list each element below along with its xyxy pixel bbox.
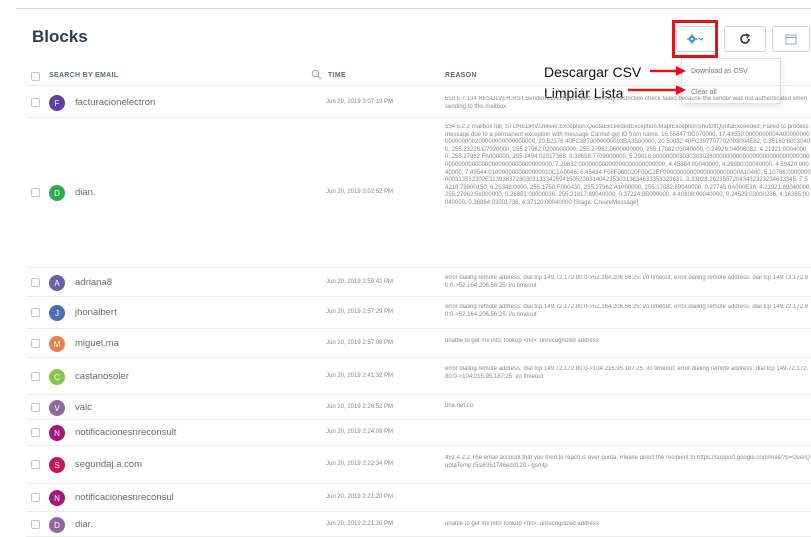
reason-header: REASON	[445, 72, 477, 79]
avatar: F	[49, 95, 65, 111]
time-header[interactable]: TIME	[328, 72, 346, 79]
row-time: Jun 20, 2019 2:21:20 PM	[326, 521, 394, 527]
row-checkbox[interactable]	[31, 308, 40, 317]
table-row[interactable]: Ddiar. Jun 20, 2019 2:21:20 PM unable to g…	[26, 512, 811, 537]
row-time: Jun 20, 2019 3:02:52 PM	[326, 189, 394, 195]
row-time: Jun 20, 2019 2:26:52 PM	[326, 404, 394, 410]
row-reason: error dialing remote address: dial tcp 1…	[445, 304, 809, 318]
row-time: Jun 20, 2019 2:59:42 PM	[326, 279, 394, 285]
row-reason: 550 5.7.134 RESOLVER.RST.SenderNotAuthen…	[445, 96, 808, 110]
avatar: C	[49, 369, 65, 385]
avatar: A	[49, 275, 65, 291]
row-reason: 452 4.2.2 The email account that you tri…	[445, 455, 810, 469]
row-checkbox[interactable]	[31, 520, 40, 529]
row-time: Jun 20, 2019 2:41:32 PM	[326, 373, 394, 379]
row-email[interactable]: diar.	[75, 519, 93, 530]
row-reason: error dialing remote address: dial tcp 1…	[445, 366, 809, 380]
row-email[interactable]: dian.	[75, 187, 96, 198]
row-email[interactable]: jhonalbert	[75, 307, 117, 318]
row-checkbox[interactable]	[31, 403, 40, 412]
avatar: S	[49, 457, 65, 473]
row-reason: unable to get mx info: lookup <nil>: unr…	[445, 338, 599, 344]
row-checkbox[interactable]	[31, 98, 40, 107]
avatar: N	[49, 425, 65, 441]
row-checkbox[interactable]	[31, 339, 40, 348]
row-time: Jun 20, 2019 3:07:19 PM	[326, 99, 394, 105]
calendar-button[interactable]	[772, 26, 810, 52]
avatar: N	[49, 490, 65, 506]
row-email[interactable]: segundaj.a.com	[75, 459, 142, 470]
refresh-button[interactable]	[724, 26, 766, 52]
table-row[interactable]: Ffacturacionelectron Jun 20, 2019 3:07:19…	[26, 88, 811, 118]
annotation-highlight-box	[672, 20, 718, 58]
refresh-icon	[740, 33, 751, 44]
row-email[interactable]: castanosoler	[75, 371, 129, 382]
row-email[interactable]: facturacionelectron	[75, 97, 155, 108]
table-row[interactable]: Jjhonalbert Jun 20, 2019 2:57:29 PM error …	[26, 297, 811, 329]
avatar: M	[49, 336, 65, 352]
row-reason: unable to get mx info: lookup <nil>: unr…	[445, 521, 599, 527]
row-time: Jun 20, 2019 2:24:09 PM	[326, 429, 394, 435]
row-reason: error dialing remote address: dial tcp 1…	[445, 275, 809, 289]
row-email[interactable]: notificacionesnreconsult	[75, 427, 176, 438]
avatar: V	[49, 400, 65, 416]
table-row[interactable]: Ddian. Jun 20, 2019 3:02:52 PM 554 5.2.2 m…	[26, 118, 811, 268]
row-checkbox[interactable]	[31, 188, 40, 197]
avatar: D	[49, 517, 65, 533]
calendar-icon	[785, 34, 797, 45]
row-reason: une.net.co	[445, 403, 474, 409]
row-email[interactable]: adriana8	[75, 277, 112, 288]
row-checkbox[interactable]	[31, 493, 40, 502]
table-row[interactable]: Mmiguel.ma Jun 20, 2019 2:57:06 PM unable …	[26, 329, 811, 358]
row-email[interactable]: notificacionesnreconsul	[75, 492, 174, 503]
row-checkbox[interactable]	[31, 428, 40, 437]
row-time: Jun 20, 2019 2:22:34 PM	[326, 461, 394, 467]
search-icon[interactable]	[311, 69, 322, 80]
row-time: Jun 20, 2019 2:57:06 PM	[326, 340, 394, 346]
search-by-email-header[interactable]: SEARCH BY EMAIL	[49, 72, 118, 79]
table-row[interactable]: Ccastanosoler Jun 20, 2019 2:41:32 PM erro…	[26, 358, 811, 395]
select-all-checkbox[interactable]	[31, 72, 40, 81]
table-header: SEARCH BY EMAIL TIME REASON	[26, 66, 811, 86]
row-reason: 554 5.2.2 mailbox full; STOREDRV.Deliver…	[445, 124, 811, 206]
row-time: Jun 20, 2019 2:57:29 PM	[326, 309, 394, 315]
table-row[interactable]: Aadriana8 Jun 20, 2019 2:59:42 PM error di…	[26, 268, 811, 297]
table-row[interactable]: Nnotificacionesnreconsul Jun 20, 2019 2:2…	[26, 484, 811, 512]
avatar: D	[49, 185, 65, 201]
row-email[interactable]: valc	[75, 402, 92, 413]
row-time: Jun 20, 2019 2:21:20 PM	[326, 494, 394, 500]
page-title: Blocks	[32, 27, 88, 46]
row-checkbox[interactable]	[31, 460, 40, 469]
avatar: J	[49, 305, 65, 321]
table-row[interactable]: Nnotificacionesnreconsult Jun 20, 2019 2:…	[26, 420, 811, 446]
row-checkbox[interactable]	[31, 372, 40, 381]
row-email[interactable]: miguel.ma	[75, 338, 119, 349]
table-row[interactable]: Vvalc Jun 20, 2019 2:26:52 PM une.net.co	[26, 395, 811, 420]
table-row[interactable]: Ssegundaj.a.com Jun 20, 2019 2:22:34 PM 45…	[26, 446, 811, 484]
row-checkbox[interactable]	[31, 278, 40, 287]
top-divider	[16, 8, 811, 9]
